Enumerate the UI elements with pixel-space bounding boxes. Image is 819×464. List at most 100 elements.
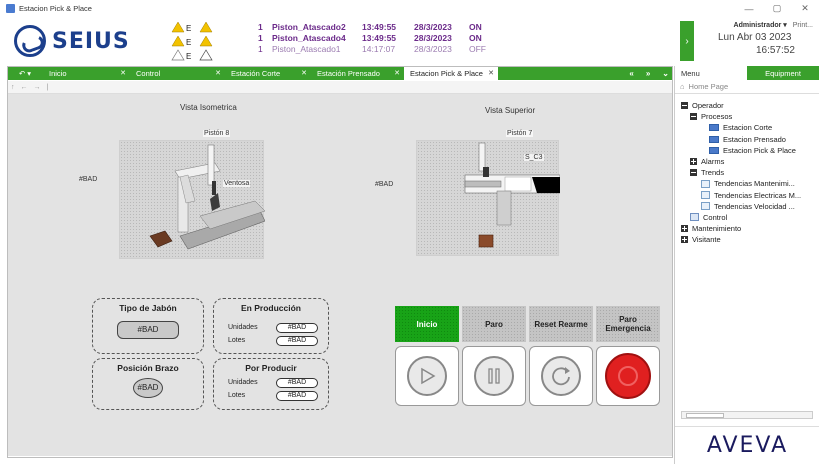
expand-icon[interactable] xyxy=(681,225,688,233)
tree-item-procesos[interactable]: Procesos xyxy=(681,111,801,122)
tabs-next-button[interactable]: » xyxy=(646,69,650,78)
tree-item-trends[interactable]: Trends xyxy=(681,167,801,178)
alarm-state: ON xyxy=(469,33,482,43)
tab-menu[interactable]: Menu xyxy=(675,66,747,80)
control-icon xyxy=(690,213,699,222)
alarm-row[interactable]: 1 Piston_Atascado2 13:49:55 28/3/2023 ON xyxy=(258,22,499,33)
tree-label: Tendencias Mantenimi... xyxy=(714,179,795,189)
tab-control[interactable]: Control ✕ xyxy=(130,66,225,80)
tree-item-alarms[interactable]: Alarms xyxy=(681,156,801,167)
alarm-summary[interactable]: E E E xyxy=(170,20,250,62)
current-date: Lun Abr 03 2023 xyxy=(718,32,792,43)
iso-bad-value: #BAD xyxy=(79,176,98,183)
en-produccion-lotes-value: #BAD xyxy=(276,336,318,346)
por-producir-panel: Por Producir Unidades #BAD Lotes #BAD xyxy=(213,358,329,410)
close-icon[interactable]: ✕ xyxy=(488,69,494,77)
alarm-count-2: E xyxy=(186,38,192,47)
minimize-button[interactable]: — xyxy=(735,0,763,17)
tab-estacion-corte[interactable]: Estación Corte ✕ xyxy=(225,66,311,80)
tab-inicio[interactable]: Inicio ✕ xyxy=(43,66,130,80)
tabs-menu-button[interactable]: ⌄ xyxy=(662,69,669,78)
close-icon[interactable]: ✕ xyxy=(120,69,126,77)
user-name: Administrador xyxy=(733,22,782,29)
tree-label: Visitante xyxy=(692,235,721,245)
start-button[interactable] xyxy=(395,346,459,406)
alarm-date: 28/3/2023 xyxy=(414,44,452,54)
lotes-label: Lotes xyxy=(228,392,246,399)
tab-equipment[interactable]: Equipment xyxy=(747,66,819,80)
alarm-priority: 1 xyxy=(258,22,263,32)
tree-label: Estacion Corte xyxy=(723,123,773,133)
isometric-view-image xyxy=(119,140,266,259)
tree-label: Mantenimiento xyxy=(692,224,742,234)
monitor-icon xyxy=(709,135,719,143)
tree-item-trend-electricas[interactable]: Tendencias Electricas M... xyxy=(681,190,801,201)
tree-horizontal-scrollbar[interactable] xyxy=(681,411,813,419)
alarm-row[interactable]: 1 Piston_Atascado4 13:49:55 28/3/2023 ON xyxy=(258,33,499,44)
back-tab-button[interactable]: ↶ ▾ xyxy=(7,66,43,80)
user-menu[interactable]: Administrador ▾ Print... xyxy=(734,21,813,29)
tree-label: Tendencias Electricas M... xyxy=(714,190,802,200)
tree-item-trend-mantenimiento[interactable]: Tendencias Mantenimi... xyxy=(681,178,801,189)
seius-logo: SEIUS xyxy=(14,23,132,59)
close-button[interactable]: ✕ xyxy=(791,0,819,17)
iso-view-title: Vista Isometrica xyxy=(180,103,237,112)
expand-icon[interactable] xyxy=(681,236,688,244)
nav-back-icon[interactable]: ← xyxy=(21,84,28,91)
close-icon[interactable]: ✕ xyxy=(301,69,307,77)
tree-item-estacion-pick-place[interactable]: Estacion Pick & Place xyxy=(681,145,801,156)
reset-button[interactable] xyxy=(529,346,593,406)
close-icon[interactable]: ✕ xyxy=(394,69,400,77)
alarm-time: 14:17:07 xyxy=(362,44,396,54)
tree-item-operador[interactable]: Operador xyxy=(681,100,801,111)
seius-logo-text: SEIUS xyxy=(52,28,130,54)
play-icon xyxy=(407,356,447,396)
collapse-icon[interactable] xyxy=(681,102,688,110)
reset-icon xyxy=(541,356,581,396)
alarm-name: Piston_Atascado2 xyxy=(272,22,346,32)
stop-button[interactable] xyxy=(462,346,526,406)
expand-icon[interactable] xyxy=(690,158,697,166)
print-link[interactable]: Print... xyxy=(793,22,813,29)
alarm-banner[interactable]: 1 Piston_Atascado2 13:49:55 28/3/2023 ON… xyxy=(258,22,499,55)
history-nav: ↑ ← → | xyxy=(7,81,673,94)
window-controls: — ▢ ✕ xyxy=(735,0,819,17)
tree-item-estacion-prensado[interactable]: Estacion Prensado xyxy=(681,134,801,145)
tab-estacion-prensado[interactable]: Estación Prensado ✕ xyxy=(311,66,404,80)
maximize-button[interactable]: ▢ xyxy=(763,0,791,17)
alarm-row[interactable]: 1 Piston_Atascado1 14:17:07 28/3/2023 OF… xyxy=(258,44,499,55)
home-page-link[interactable]: ⌂ Home Page xyxy=(675,80,819,94)
tree-item-estacion-corte[interactable]: Estacion Corte xyxy=(681,122,801,133)
alarm-time: 13:49:55 xyxy=(362,33,397,43)
unidades-label: Unidades xyxy=(228,379,258,386)
nav-divider: | xyxy=(46,83,49,91)
por-producir-lotes-value: #BAD xyxy=(276,391,318,401)
scrollbar-thumb[interactable] xyxy=(686,413,724,418)
alarm-name: Piston_Atascado4 xyxy=(272,33,346,43)
emergency-stop-button[interactable] xyxy=(596,346,660,406)
nav-up-icon[interactable]: ↑ xyxy=(11,84,15,91)
collapse-icon[interactable] xyxy=(690,169,697,177)
chevron-right-icon[interactable]: › xyxy=(680,21,694,61)
tree-label: Operador xyxy=(692,101,724,111)
posicion-brazo-title: Posición Brazo xyxy=(117,363,179,373)
tab-nav-buttons: « » ⌄ xyxy=(629,69,669,78)
tab-estacion-pick-place[interactable]: Estacion Pick & Place ✕ xyxy=(404,66,498,80)
posicion-brazo-value: #BAD xyxy=(133,378,163,398)
close-icon[interactable]: ✕ xyxy=(215,69,221,77)
tree-item-control[interactable]: Control xyxy=(681,212,801,223)
collapse-icon[interactable] xyxy=(690,113,697,121)
app-header: SEIUS E E E 1 Piston_Atascado2 13:49:55 … xyxy=(0,17,819,63)
tree-item-visitante[interactable]: Visitante xyxy=(681,234,801,245)
nav-forward-icon[interactable]: → xyxy=(34,84,41,91)
tab-strip: ↶ ▾ Inicio ✕ Control ✕ Estación Corte ✕ Est… xyxy=(7,66,673,80)
trend-icon xyxy=(701,202,710,211)
trend-icon xyxy=(701,191,710,200)
alarm-count-1: E xyxy=(186,24,192,33)
alarm-time: 13:49:55 xyxy=(362,22,397,32)
tabs-prev-button[interactable]: « xyxy=(629,69,633,78)
tree-item-trend-velocidad[interactable]: Tendencias Velocidad ... xyxy=(681,201,801,212)
tree-item-mantenimiento[interactable]: Mantenimiento xyxy=(681,223,801,234)
window-titlebar: Estacion Pick & Place — ▢ ✕ xyxy=(0,0,819,17)
alarm-date: 28/3/2023 xyxy=(414,22,452,32)
